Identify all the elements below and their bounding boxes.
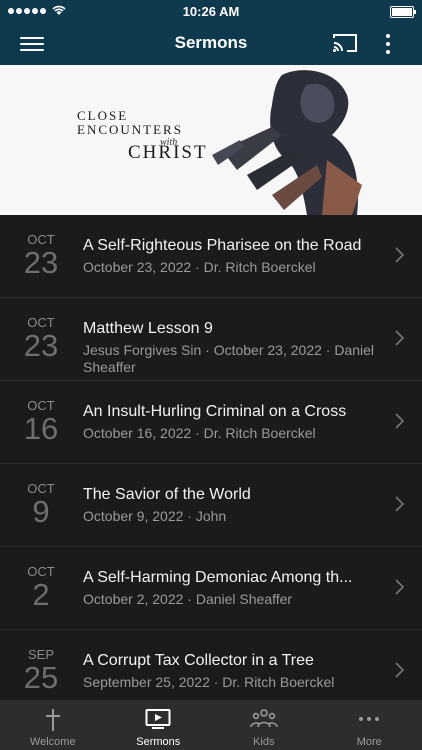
- sermon-day: 23: [23, 245, 59, 280]
- tab-sermons[interactable]: Sermons: [106, 700, 212, 750]
- tab-welcome[interactable]: Welcome: [0, 700, 106, 750]
- cast-icon[interactable]: [332, 32, 358, 54]
- sermon-subtitle: September 25, 2022 · Dr. Ritch Boerckel: [83, 674, 335, 690]
- chevron-right-icon: [395, 413, 404, 429]
- cross-icon: [45, 709, 60, 731]
- sermon-day: 2: [32, 577, 50, 612]
- sermon-subtitle: October 23, 2022 · Dr. Ritch Boerckel: [83, 259, 316, 275]
- sermon-subtitle: Jesus Forgives Sin · October 23, 2022 · …: [83, 342, 375, 375]
- sermon-day: 25: [23, 660, 59, 695]
- banner-title: CLOSE ENCOUNTERS: [77, 108, 183, 137]
- tab-kids-label: Kids: [253, 736, 275, 748]
- sermon-day: 23: [23, 328, 59, 363]
- sermon-row[interactable]: SEP 25 A Corrupt Tax Collector in a Tree Se…: [0, 630, 422, 700]
- overflow-menu-icon[interactable]: [382, 31, 394, 57]
- sermon-day: 16: [23, 411, 59, 446]
- chevron-right-icon: [395, 496, 404, 512]
- chevron-right-icon: [395, 330, 404, 346]
- sermon-title: The Savior of the World: [83, 486, 251, 503]
- sermon-subtitle: October 16, 2022 · Dr. Ritch Boerckel: [83, 425, 316, 441]
- tab-more[interactable]: More: [317, 700, 422, 750]
- sermon-title: An Insult-Hurling Criminal on a Cross: [83, 403, 347, 420]
- sermon-row[interactable]: OCT 23 Matthew Lesson 9 Jesus Forgives Sin …: [0, 298, 422, 381]
- sermon-title: A Self-Harming Demoniac Among th...: [83, 569, 353, 586]
- sermon-row[interactable]: OCT 16 An Insult-Hurling Criminal on a Cro…: [0, 381, 422, 464]
- dots-icon: [359, 717, 380, 721]
- chevron-right-icon: [395, 579, 404, 595]
- sermon-title: A Corrupt Tax Collector in a Tree: [83, 652, 314, 669]
- people-icon: [249, 709, 278, 728]
- tab-more-label: More: [356, 736, 382, 748]
- tab-welcome-label: Welcome: [29, 736, 76, 748]
- status-bar: 10:26 AM: [0, 0, 422, 22]
- tab-bar: Welcome Sermons Kids More: [0, 700, 422, 750]
- tab-sermons-label: Sermons: [136, 736, 181, 748]
- battery-icon: [390, 6, 416, 18]
- sermon-subtitle: October 9, 2022 · John: [83, 508, 227, 524]
- sermon-day: 9: [32, 494, 50, 529]
- chevron-right-icon: [395, 247, 404, 263]
- series-banner[interactable]: CLOSE ENCOUNTERS with CHRIST: [0, 65, 422, 215]
- nav-bar: Sermons: [0, 22, 422, 65]
- sermon-row[interactable]: OCT 23 A Self-Righteous Pharisee on the Ro…: [0, 215, 422, 298]
- chevron-right-icon: [395, 662, 404, 678]
- sermon-title: Matthew Lesson 9: [83, 320, 213, 337]
- tv-play-icon: [145, 709, 171, 729]
- sermon-subtitle: October 2, 2022 · Daniel Sheaffer: [83, 591, 293, 607]
- banner-christ-text: CHRIST: [128, 142, 208, 163]
- tab-kids[interactable]: Kids: [211, 700, 317, 750]
- banner-artwork: [212, 70, 362, 215]
- sermon-list: OCT 23 A Self-Righteous Pharisee on the Ro…: [0, 215, 422, 700]
- sermon-row[interactable]: OCT 9 The Savior of the World October 9, 20…: [0, 464, 422, 547]
- sermon-row[interactable]: OCT 2 A Self-Harming Demoniac Among th... O…: [0, 547, 422, 630]
- page-title: Sermons: [174, 33, 248, 52]
- status-time: 10:26 AM: [182, 4, 240, 19]
- sermon-title: A Self-Righteous Pharisee on the Road: [83, 237, 362, 254]
